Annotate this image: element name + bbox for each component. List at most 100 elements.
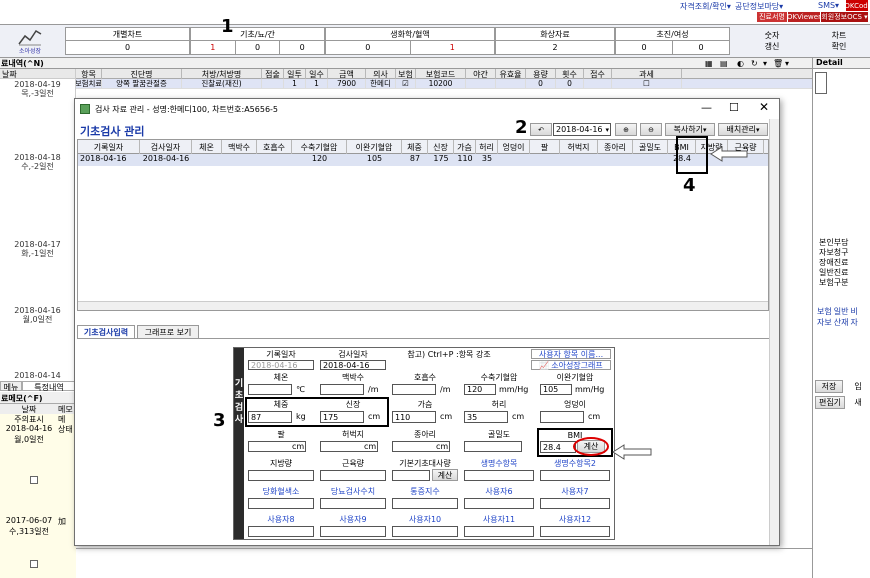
delete-icon[interactable]: 🗑 <box>773 59 783 68</box>
life-item2-link[interactable]: 생명수항목2 <box>538 458 612 469</box>
okcodi-button[interactable]: OKCodi <box>844 0 870 11</box>
tab-graph-view[interactable]: 그래프로 보기 <box>137 325 199 338</box>
user8-link[interactable]: 사용자8 <box>246 514 316 525</box>
height-field[interactable]: 175 <box>320 411 364 423</box>
summary-col-image[interactable]: 화상자료 2 <box>495 27 615 55</box>
memo-row[interactable]: 2018-04-16 상태 <box>0 424 76 434</box>
delete-row-button[interactable]: ⊖ <box>640 123 662 136</box>
col-header[interactable]: 엉덩이 <box>498 140 530 154</box>
chart-check-button[interactable]: 차트 확인 <box>810 28 868 54</box>
close-button[interactable]: ✕ <box>759 100 769 114</box>
date-entry[interactable]: 2018-04-18 수,-2일전 <box>0 153 75 171</box>
dropdown-icon[interactable]: ▾ <box>763 59 767 68</box>
col-header[interactable]: 허리 <box>476 140 498 154</box>
life-item-link[interactable]: 생명수항목 <box>462 458 536 469</box>
test-date-field[interactable]: 2018-04-16 <box>320 360 386 370</box>
save-button[interactable]: 저장 <box>815 380 843 393</box>
waist-field[interactable]: 35 <box>464 411 508 423</box>
prev-date-button[interactable]: ↶ <box>530 123 552 136</box>
memo-checkbox[interactable] <box>30 476 38 484</box>
date-entry[interactable]: 2018-04-14 <box>0 371 75 380</box>
col-header[interactable]: 체중 <box>402 140 428 154</box>
diabetes-field[interactable] <box>320 498 386 509</box>
detail-item[interactable]: 장애진료 <box>819 258 870 268</box>
tab-exam-input[interactable]: 기초검사입력 <box>77 325 135 338</box>
rec-date-field[interactable]: 2018-04-16 <box>248 360 314 370</box>
info-link[interactable]: 공단정보마당▾ <box>735 1 783 12</box>
user9-link[interactable]: 사용자9 <box>318 514 388 525</box>
tab-specific[interactable]: 특정내역 <box>22 381 76 392</box>
input-button[interactable]: 입 <box>847 380 869 393</box>
temp-field[interactable] <box>248 384 292 395</box>
tab-menu[interactable]: 메뉴 <box>0 381 22 392</box>
menu-dropdown-icon[interactable]: ▾ <box>785 59 789 68</box>
muscle-field[interactable] <box>320 470 386 481</box>
basal-calc-button[interactable]: 계산 <box>432 469 458 481</box>
date-entry[interactable]: 2018-04-16 월,0일전 <box>0 306 75 324</box>
pulse-field[interactable] <box>320 384 364 395</box>
table-row[interactable]: 보험치료 양쪽 팔꿈관절증 진찰료(재진) 11 7900 한메디 ☑ 10200 0… <box>76 79 812 89</box>
tab-insurance[interactable]: 보험 <box>817 306 832 317</box>
life-item-field[interactable] <box>464 470 534 481</box>
tab-industrial[interactable]: 산재 <box>834 317 849 328</box>
bmi-field[interactable]: 28.4 <box>540 441 576 453</box>
basal-field[interactable] <box>392 470 430 481</box>
weight-field[interactable]: 87 <box>248 411 292 423</box>
user8-field[interactable] <box>248 526 314 537</box>
col-header[interactable]: 체온 <box>192 140 222 154</box>
batch-button[interactable]: 배치관리 ▾ <box>718 123 768 136</box>
tab-self[interactable]: 자 <box>850 317 857 328</box>
sort-icon[interactable]: ▦ <box>705 59 713 68</box>
memo-row[interactable]: 월,0일전 <box>0 434 76 444</box>
pain-index-link[interactable]: 통증지수 <box>390 486 460 497</box>
user12-link[interactable]: 사용자12 <box>538 514 612 525</box>
sys-field[interactable]: 120 <box>464 384 496 395</box>
user6-field[interactable] <box>464 498 534 509</box>
user7-link[interactable]: 사용자7 <box>538 486 612 497</box>
col-header[interactable]: 이완기혈압 <box>347 140 402 154</box>
chest-field[interactable]: 110 <box>392 411 436 423</box>
editor-button[interactable]: 편집기 <box>815 396 845 409</box>
summary-col-basic[interactable]: 기초/뇨/간 1 0 0 <box>190 27 325 55</box>
summary-col-biochem[interactable]: 생화학/혈액 0 1 <box>325 27 495 55</box>
memo-row[interactable]: 수,313일전 <box>0 526 58 537</box>
growth-logo[interactable]: 소아성장 <box>10 26 50 56</box>
diabetes-link[interactable]: 당뇨검사수치 <box>318 486 388 497</box>
user12-field[interactable] <box>540 526 610 537</box>
v-scrollbar[interactable] <box>769 119 779 545</box>
user6-link[interactable]: 사용자6 <box>462 486 536 497</box>
detail-item[interactable]: 일반진료 <box>819 268 870 278</box>
col-header[interactable]: 신장 <box>428 140 454 154</box>
copy-button[interactable]: 복사하기 ▾ <box>665 123 715 136</box>
growth-graph-link[interactable]: 📈 소아성장그래프 <box>531 360 611 370</box>
col-header[interactable]: 종아리 <box>598 140 633 154</box>
col-header[interactable]: 수축기혈압 <box>292 140 347 154</box>
detail-item[interactable]: 자보청구 <box>819 248 870 258</box>
new-button[interactable]: 새 <box>847 396 869 409</box>
dialog-titlebar[interactable]: 검사 자료 관리 - 성명:한메디100, 차트번호:A5656-5 — ☐ ✕ <box>75 99 779 119</box>
col-header[interactable]: 허벅지 <box>560 140 598 154</box>
memo-checkbox[interactable] <box>30 560 38 568</box>
fat-field[interactable] <box>248 470 314 481</box>
col-header[interactable]: 가슴 <box>454 140 476 154</box>
summary-col-chart[interactable]: 개별차트 0 <box>65 27 190 55</box>
col-header[interactable]: 맥박수 <box>222 140 257 154</box>
col-header[interactable]: 골밀도 <box>633 140 668 154</box>
user7-field[interactable] <box>540 498 610 509</box>
eligibility-link[interactable]: 자격조회/확인▾ <box>680 1 731 12</box>
hip-field[interactable] <box>540 411 584 423</box>
detail-item[interactable]: 본인부담 <box>819 238 870 248</box>
memo-row[interactable]: 주의표시 메 <box>0 414 76 424</box>
bone-field[interactable] <box>464 441 522 452</box>
tab-general[interactable]: 일반 <box>834 306 849 317</box>
bookmark-icon[interactable]: ◐ <box>737 59 744 68</box>
hba1c-field[interactable] <box>248 498 314 509</box>
user9-field[interactable] <box>320 526 386 537</box>
user10-link[interactable]: 사용자10 <box>390 514 460 525</box>
user11-link[interactable]: 사용자11 <box>462 514 536 525</box>
pain-index-field[interactable] <box>392 498 458 509</box>
filter-icon[interactable]: ▤ <box>720 59 728 68</box>
sign-button[interactable]: 진료서명 <box>757 12 787 22</box>
user10-field[interactable] <box>392 526 458 537</box>
sms-link[interactable]: SMS▾ <box>818 1 839 10</box>
